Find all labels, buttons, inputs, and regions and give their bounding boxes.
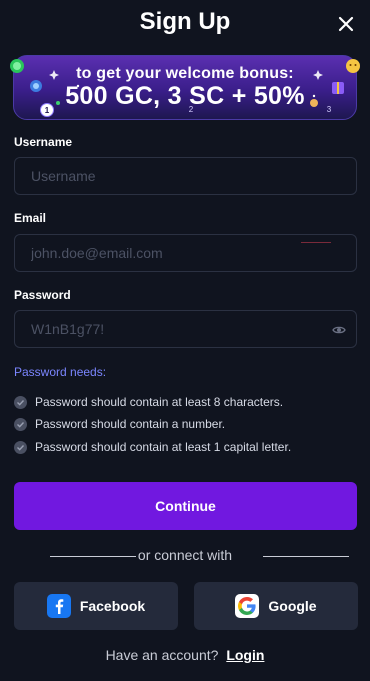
- password-rule-text: Password should contain at least 1 capit…: [35, 440, 292, 454]
- email-field-wrapper: [14, 234, 357, 272]
- connect-text: or connect with: [137, 547, 233, 563]
- facebook-label: Facebook: [79, 598, 146, 614]
- google-label: Google: [268, 598, 317, 614]
- coin-icon: [10, 59, 24, 73]
- password-label: Password: [14, 288, 71, 302]
- close-icon: [338, 16, 354, 32]
- connect-divider: or connect with: [0, 547, 370, 567]
- page-title: Sign Up: [139, 8, 231, 35]
- google-button[interactable]: Google: [194, 582, 358, 630]
- login-link[interactable]: Login: [226, 647, 264, 663]
- divider-line-right: [263, 556, 349, 557]
- continue-button[interactable]: Continue: [14, 482, 357, 530]
- step-1: 1: [40, 103, 54, 117]
- step-3: 3: [326, 105, 332, 114]
- password-rule: Password should contain at least 8 chara…: [14, 395, 283, 409]
- close-button[interactable]: [336, 14, 356, 34]
- password-input[interactable]: [15, 311, 356, 347]
- email-input[interactable]: [15, 235, 356, 271]
- password-needs-title: Password needs:: [14, 365, 107, 379]
- password-rule: Password should contain at least 1 capit…: [14, 440, 291, 454]
- signup-modal: Sign Up to get your welcome bonus: 500 G…: [0, 0, 370, 681]
- facebook-button[interactable]: Facebook: [14, 582, 178, 630]
- login-prompt: Have an account? Login: [0, 647, 370, 663]
- banner-progress: 1 2 3: [14, 101, 356, 119]
- step-2: 2: [188, 105, 194, 114]
- emoji-icon: [346, 59, 360, 73]
- email-field-mark: [301, 242, 331, 243]
- check-icon: [14, 395, 27, 409]
- have-account-text: Have an account?: [105, 647, 219, 663]
- check-icon: [14, 440, 27, 454]
- eye-icon[interactable]: [332, 323, 346, 337]
- banner-subtitle: to get your welcome bonus:: [76, 65, 294, 82]
- password-rule-text: Password should contain a number.: [35, 417, 226, 431]
- username-input[interactable]: [15, 158, 356, 194]
- password-rule: Password should contain a number.: [14, 417, 225, 431]
- password-rule-text: Password should contain at least 8 chara…: [35, 395, 284, 409]
- check-icon: [14, 417, 27, 431]
- google-icon: [235, 594, 260, 618]
- username-label: Username: [14, 135, 73, 149]
- username-field-wrapper: [14, 157, 357, 195]
- welcome-bonus-banner: to get your welcome bonus: 500 GC, 3 SC …: [13, 55, 357, 120]
- password-field-wrapper: [14, 310, 357, 348]
- facebook-icon: [46, 594, 71, 618]
- email-label: Email: [14, 211, 47, 225]
